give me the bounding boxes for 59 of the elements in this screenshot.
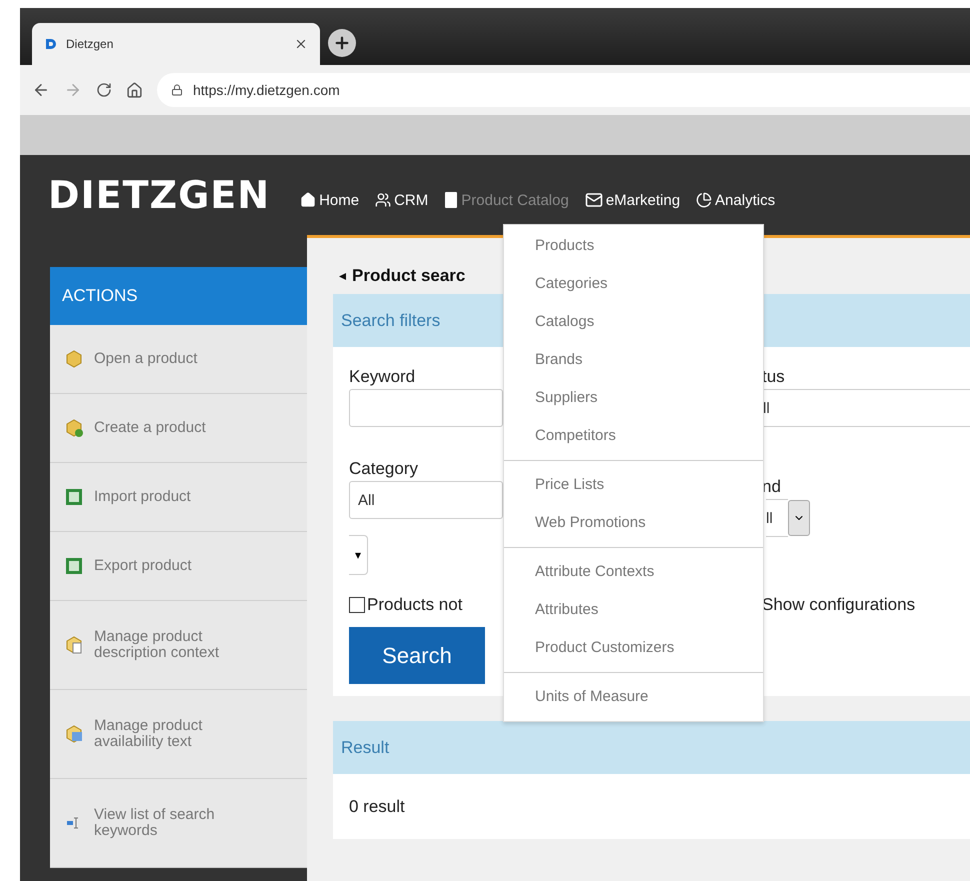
logo: DIETZGEN	[48, 173, 270, 217]
browser-tab[interactable]: Dietzgen	[32, 23, 320, 65]
home-icon	[300, 192, 316, 208]
menu-item[interactable]: Units of Measure	[504, 678, 763, 716]
search-button[interactable]: Search	[349, 627, 485, 684]
menu-item[interactable]: Web Promotions	[504, 504, 763, 542]
address-bar[interactable]: https://my.dietzgen.com	[157, 73, 970, 107]
sidebar-item[interactable]: Manage product availability text	[50, 690, 307, 779]
checkbox[interactable]: Products not	[349, 595, 503, 615]
nav-item[interactable]: Home	[300, 182, 360, 208]
pie-chart-icon	[696, 192, 712, 208]
box-add-icon	[64, 418, 84, 438]
tab-title: Dietzgen	[66, 37, 114, 51]
users-icon	[375, 192, 392, 208]
sidebar-header: ACTIONS	[50, 267, 307, 325]
plus-icon	[333, 34, 351, 52]
box-picture-icon	[64, 724, 84, 744]
menu-item[interactable]: Product Customizers	[504, 629, 763, 667]
panel-header: Result	[333, 721, 970, 774]
book-icon	[444, 191, 458, 209]
logo-icon	[44, 37, 58, 51]
sidebar-item[interactable]: Manage product description context	[50, 601, 307, 690]
nav-item[interactable]: Analytics	[696, 182, 776, 208]
sidebar-item[interactable]: Create a product	[50, 394, 307, 463]
box-document-icon	[64, 635, 84, 655]
lock-icon	[171, 84, 183, 96]
sidebar-item[interactable]: Export product	[50, 532, 307, 601]
spreadsheet-icon	[64, 556, 84, 576]
menu-item[interactable]: Price Lists	[504, 466, 763, 504]
home-button[interactable]	[126, 82, 143, 98]
box-icon	[64, 349, 84, 369]
spreadsheet-icon	[64, 487, 84, 507]
menu-item[interactable]: Competitors	[504, 417, 763, 455]
field-label: Keyword	[349, 367, 416, 388]
menu-item[interactable]: Products	[504, 227, 763, 265]
select-field[interactable]: ▾	[349, 535, 368, 575]
field-label: Category	[349, 459, 419, 480]
close-icon[interactable]	[294, 37, 308, 51]
sidebar-item[interactable]: View list of search keywords	[50, 779, 307, 868]
nav-item[interactable]: Product Catalog	[444, 181, 569, 209]
caret-left-icon	[339, 272, 346, 280]
mail-icon	[584, 191, 603, 209]
nav-item[interactable]: CRM	[375, 182, 428, 208]
menu-item[interactable]: Catalogs	[504, 303, 763, 341]
keyword-field[interactable]	[349, 389, 503, 427]
result-text: 0 result	[349, 796, 405, 816]
menu-item[interactable]: Suppliers	[504, 379, 763, 417]
menu-item[interactable]: Attributes	[504, 591, 763, 629]
sidebar-item[interactable]: Open a product	[50, 325, 307, 394]
page-title: Product searc	[352, 266, 466, 286]
nav-item[interactable]: eMarketing	[584, 181, 680, 209]
menu-item[interactable]: Attribute Contexts	[504, 553, 763, 591]
sidebar-item[interactable]: Import product	[50, 463, 307, 532]
category-select[interactable]: All	[349, 481, 503, 519]
url-text: https://my.dietzgen.com	[193, 82, 340, 98]
checkbox-label: Show configurations	[762, 595, 916, 615]
reload-button[interactable]	[96, 82, 112, 98]
back-button[interactable]	[32, 81, 50, 99]
new-tab-button[interactable]	[328, 29, 356, 57]
